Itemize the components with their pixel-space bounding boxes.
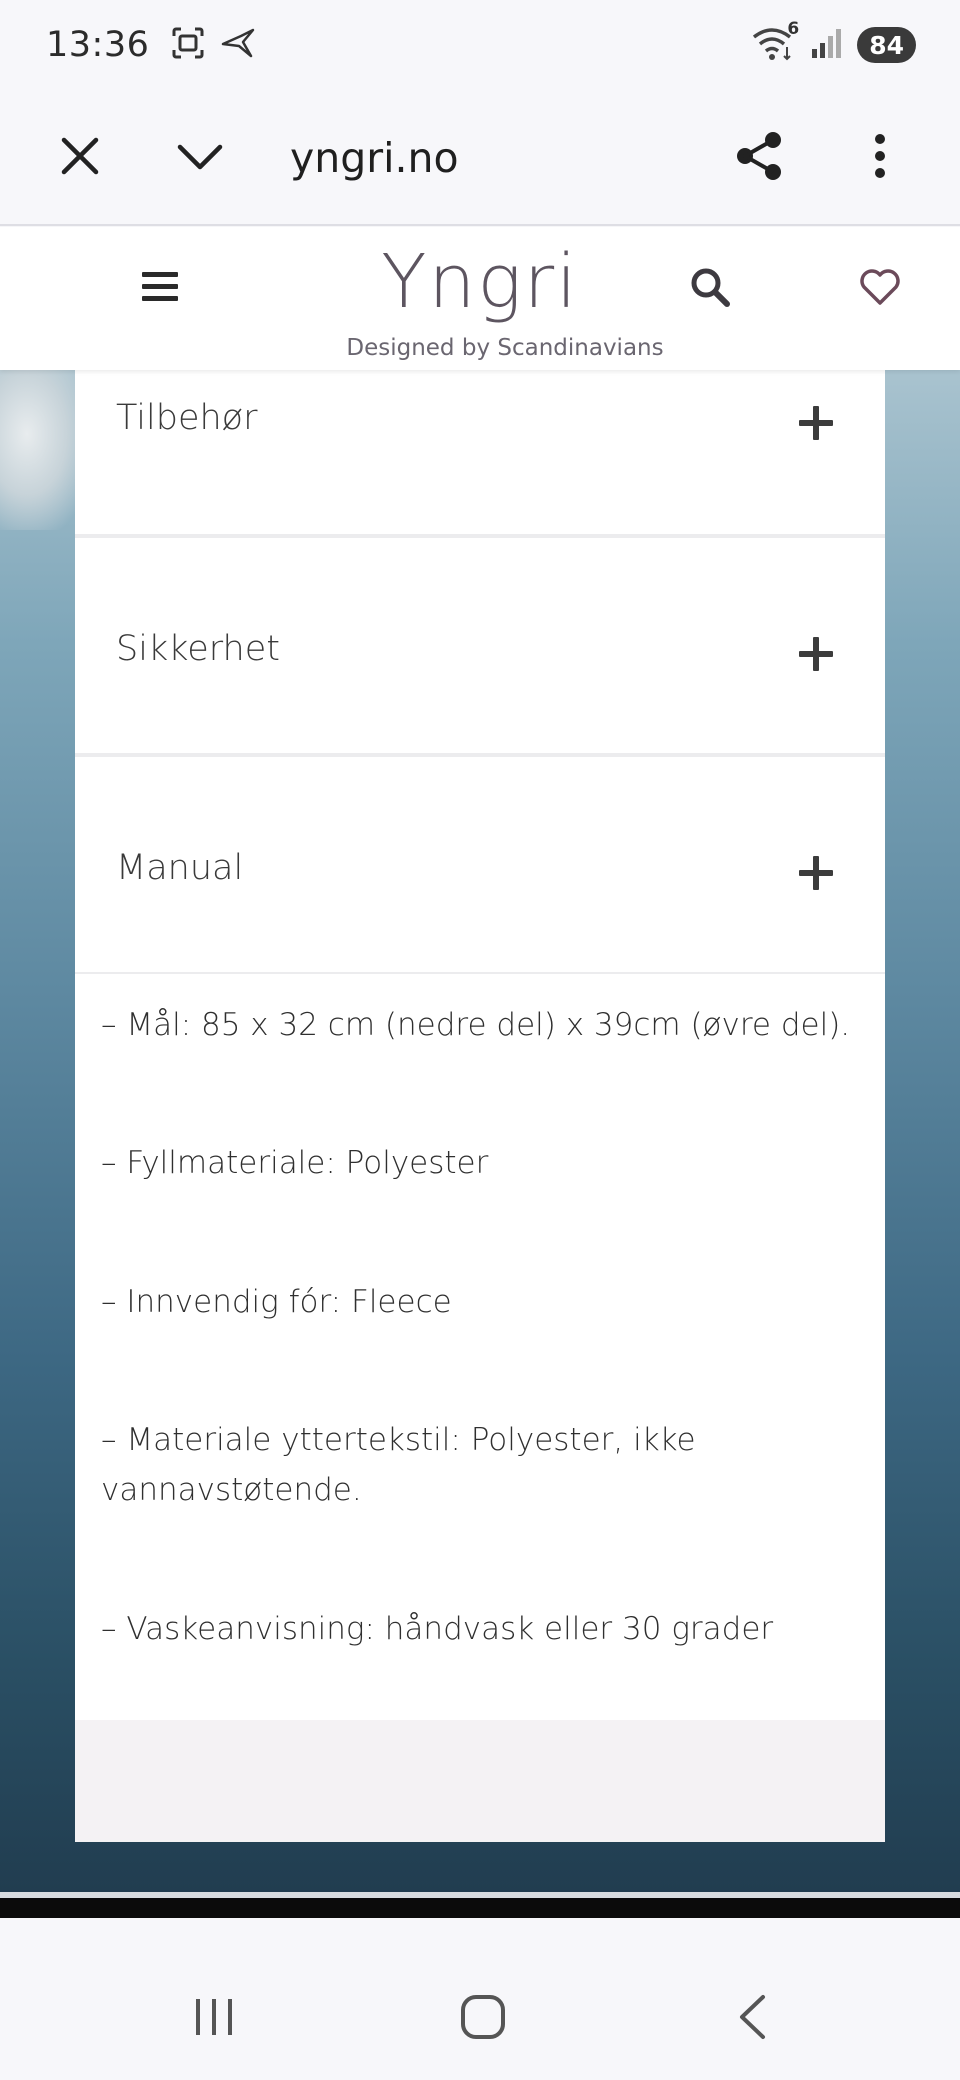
site-header: Yngri Designed by Scandinavians: [0, 227, 960, 370]
back-icon: [737, 1994, 767, 2044]
spec-line: – Innvendig fór: Fleece: [101, 1284, 452, 1320]
browser-toolbar: yngri.no: [0, 90, 960, 226]
search-button[interactable]: [680, 259, 740, 319]
plus-icon: [799, 856, 833, 890]
accordion-label: Manual: [116, 848, 244, 888]
menu-button[interactable]: [130, 259, 190, 319]
menu-icon: [141, 270, 179, 308]
spec-line: – Fyllmateriale: Polyester: [101, 1145, 489, 1181]
wifi-badge: 6: [787, 19, 800, 39]
screenshot-icon: [171, 26, 205, 64]
wifi-icon: 6: [751, 19, 799, 65]
site-logo[interactable]: Yngri: [380, 239, 580, 325]
status-bar: 13:36 6 84: [0, 0, 960, 90]
bird-icon: [221, 28, 255, 62]
close-icon: [60, 136, 100, 180]
product-details-card: Tilbehør Sikkerhet Manual – Mål: 85 x 32…: [75, 370, 885, 1842]
url-display[interactable]: yngri.no: [290, 90, 459, 226]
divider: [0, 1898, 960, 1918]
minimize-button[interactable]: [160, 90, 240, 226]
status-notification-icons: [171, 26, 255, 64]
spec-line: – Mål: 85 x 32 cm (nedre del) x 39cm (øv…: [101, 1007, 851, 1043]
recent-apps-icon: [192, 1997, 236, 2041]
chevron-down-icon: [176, 141, 224, 175]
accordion-item-tilbehor[interactable]: Tilbehør: [75, 370, 885, 536]
wishlist-button[interactable]: [850, 259, 910, 319]
status-system-icons: 6 84: [751, 19, 916, 65]
heart-icon: [859, 268, 901, 310]
plus-icon: [799, 637, 833, 671]
recent-apps-button[interactable]: [154, 1958, 274, 2080]
more-options-button[interactable]: [840, 90, 920, 226]
search-icon: [689, 266, 731, 312]
close-tab-button[interactable]: [40, 90, 120, 226]
more-vert-icon: [873, 133, 887, 183]
spec-line: – Vaskeanvisning: håndvask eller 30 grad…: [101, 1611, 774, 1647]
home-button[interactable]: [423, 1958, 543, 2080]
share-icon: [735, 130, 785, 186]
share-button[interactable]: [720, 90, 800, 226]
site-tagline: Designed by Scandinavians: [346, 335, 664, 361]
accordion-label: Tilbehør: [116, 398, 258, 438]
status-time: 13:36: [46, 25, 150, 65]
signal-icon: [809, 27, 843, 63]
spec-line: – Materiale yttertekstil: Polyester, ikk…: [101, 1422, 696, 1508]
card-footer: [75, 1720, 885, 1842]
back-button[interactable]: [692, 1958, 812, 2080]
accordion-label: Sikkerhet: [116, 629, 280, 669]
accordion-item-manual[interactable]: Manual: [75, 755, 885, 974]
accordion-item-sikkerhet[interactable]: Sikkerhet: [75, 536, 885, 755]
plus-icon: [799, 406, 833, 440]
home-icon: [460, 1994, 506, 2044]
system-navigation-bar: [0, 1958, 960, 2080]
battery-indicator: 84: [857, 27, 916, 63]
